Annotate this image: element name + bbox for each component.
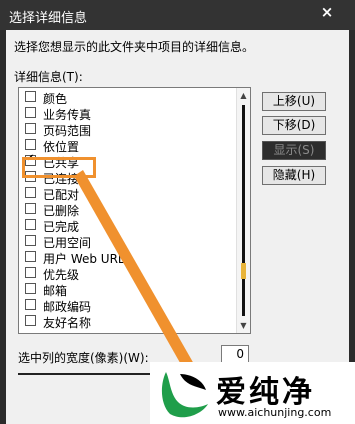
- watermark: 爱纯净 www.aichunjing.com: [150, 362, 355, 424]
- annotation-arrow: [74, 170, 210, 398]
- leaf-logo-icon: [161, 372, 208, 418]
- watermark-brand: 爱纯净: [216, 375, 315, 410]
- watermark-url: www.aichunjing.com: [218, 406, 332, 419]
